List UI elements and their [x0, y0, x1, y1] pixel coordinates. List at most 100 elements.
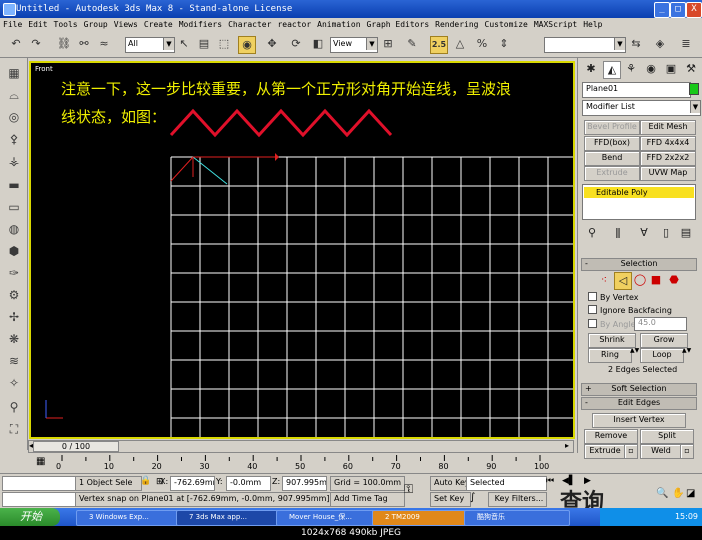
ring-button[interactable]: Ring — [588, 348, 632, 363]
pan-icon[interactable]: ✋ — [672, 488, 684, 499]
close-button[interactable]: X — [686, 2, 702, 18]
window-crossing-icon[interactable]: ◉ — [238, 36, 256, 54]
set-key-button[interactable]: Set Key — [430, 492, 471, 507]
scale-icon[interactable]: ◧ — [310, 36, 326, 52]
align-icon[interactable]: ◈ — [652, 36, 668, 52]
named-selection-sets-dropdown[interactable]: ▼ — [544, 37, 626, 53]
select-link-icon[interactable]: ⛓ — [56, 36, 72, 52]
object-name-field[interactable]: Plane01 — [582, 82, 691, 98]
mirror-icon[interactable]: ⇆ — [628, 36, 644, 52]
x-coordinate-field[interactable]: -762.69mm — [170, 476, 215, 491]
bones-icon[interactable]: ✢ — [5, 308, 23, 326]
menu-graph-editors[interactable]: Graph Editors — [367, 20, 430, 29]
particles-icon[interactable]: ❋ — [5, 330, 23, 348]
menu-animation[interactable]: Animation — [317, 20, 360, 29]
redo-icon[interactable]: ↷ — [28, 36, 44, 52]
go-to-start-icon[interactable]: ⏮ — [546, 476, 554, 486]
key-mode-dropdown[interactable]: Selected — [466, 476, 547, 491]
cameras-icon[interactable]: ⚲ — [5, 398, 23, 416]
extras-icon[interactable]: ▬ — [5, 176, 23, 194]
patch-icon[interactable]: ⬢ — [5, 242, 23, 260]
stack-item-editable-poly[interactable]: Editable Poly — [584, 187, 694, 198]
loop-spinner-icon[interactable]: ▲▼ — [682, 348, 691, 361]
space-warp-icon[interactable]: ≋ — [5, 352, 23, 370]
menu-character[interactable]: Character — [228, 20, 271, 29]
create-box-icon[interactable]: ▦ — [5, 64, 23, 82]
bevel-profile-button[interactable]: Bevel Profile — [584, 120, 640, 135]
bend-button[interactable]: Bend — [584, 151, 640, 166]
select-by-name-icon[interactable]: ▤ — [196, 36, 212, 52]
key-filters-button[interactable]: Key Filters... — [488, 492, 547, 507]
nurbs-icon[interactable]: ✑ — [5, 264, 23, 282]
remove-button[interactable]: Remove — [584, 429, 638, 444]
menu-views[interactable]: Views — [114, 20, 138, 29]
tools-icon[interactable]: ⛶ — [5, 420, 23, 438]
extrude-settings-icon[interactable]: ▫ — [624, 444, 638, 459]
undo-icon[interactable]: ↶ — [8, 36, 24, 52]
hierarchy-tab-icon[interactable]: ⚘ — [623, 61, 639, 77]
menu-file[interactable]: File — [3, 20, 22, 29]
unlink-icon[interactable]: ⚯ — [76, 36, 92, 52]
split-button[interactable]: Split — [640, 429, 694, 444]
extrude-modifier-button[interactable]: Extrude — [584, 166, 640, 181]
menu-modifiers[interactable]: Modifiers — [179, 20, 222, 29]
vertex-mode-icon[interactable]: ⁖ — [596, 272, 612, 288]
utilities-tab-icon[interactable]: ⚒ — [683, 61, 699, 77]
start-button[interactable]: 开始 — [0, 508, 60, 526]
snap-toggle-icon[interactable]: 2.5 — [430, 36, 448, 54]
configure-sets-icon[interactable]: ▤ — [678, 225, 694, 241]
task-windows-explorer[interactable]: 3 Windows Exp... — [76, 510, 186, 526]
selection-filter-dropdown[interactable]: All ▼ — [125, 37, 175, 53]
menu-reactor[interactable]: reactor — [277, 20, 311, 29]
key-icon[interactable]: ⚿ — [404, 482, 413, 497]
lights-icon[interactable]: ⚴ — [5, 130, 23, 148]
menu-tools[interactable]: Tools — [54, 20, 78, 29]
angle-value-field[interactable]: 45.0 — [634, 317, 687, 331]
menu-create[interactable]: Create — [144, 20, 173, 29]
grow-button[interactable]: Grow — [640, 333, 688, 348]
move-icon[interactable]: ✥ — [264, 36, 280, 52]
ffd-box-button[interactable]: FFD(box) — [584, 136, 640, 151]
menu-rendering[interactable]: Rendering — [435, 20, 478, 29]
loop-button[interactable]: Loop — [640, 348, 684, 363]
ffd-4x4x4-button[interactable]: FFD 4x4x4 — [640, 136, 696, 151]
front-viewport[interactable]: Front 注意一下，这一步比较重要，从第一个正方形对角开始连线，呈波浪 线状态… — [29, 61, 575, 439]
modifier-list-dropdown[interactable]: Modifier List ▼ — [582, 100, 701, 116]
shrink-button[interactable]: Shrink — [588, 333, 636, 348]
rotate-icon[interactable]: ⟳ — [288, 36, 304, 52]
ignore-backfacing-checkbox[interactable]: Ignore Backfacing — [588, 305, 672, 316]
compound-icon[interactable]: ▭ — [5, 198, 23, 216]
create-tab-icon[interactable]: ✱ — [583, 61, 599, 77]
zoom-icon[interactable]: 🔍 — [656, 488, 668, 499]
task-kugou-music[interactable]: 酷狗音乐 — [464, 510, 570, 526]
edit-mesh-button[interactable]: Edit Mesh — [640, 120, 696, 135]
selection-lock-icon[interactable]: 🔒 — [140, 476, 151, 486]
menu-edit[interactable]: Edit — [28, 20, 47, 29]
dynamics-icon[interactable]: ⚙ — [5, 286, 23, 304]
percent-snap-icon[interactable]: % — [474, 36, 490, 52]
menu-help[interactable]: Help — [583, 20, 602, 29]
prev-frame-icon[interactable]: ◂ — [29, 441, 33, 450]
show-end-result-icon[interactable]: ǁ — [610, 225, 626, 241]
display-tab-icon[interactable]: ▣ — [663, 61, 679, 77]
extrude-edge-button[interactable]: Extrude — [584, 444, 626, 459]
y-coordinate-field[interactable]: -0.0mm — [226, 476, 271, 491]
next-frame-icon[interactable]: ▸ — [565, 441, 569, 450]
systems-icon[interactable]: ✧ — [5, 374, 23, 392]
by-vertex-checkbox[interactable]: By Vertex — [588, 292, 638, 303]
time-slider-thumb[interactable]: 0 / 100 — [33, 441, 119, 452]
edge-mode-icon[interactable]: ◁ — [614, 272, 632, 290]
selection-region-icon[interactable]: ⬚ — [216, 36, 232, 52]
element-mode-icon[interactable]: ⬣ — [666, 272, 682, 288]
pivot-center-icon[interactable]: ⊞ — [380, 36, 396, 52]
reference-coordinate-dropdown[interactable]: View ▼ — [330, 37, 378, 53]
edit-edges-rollout-header[interactable]: - Edit Edges — [581, 397, 697, 410]
orbit-icon[interactable]: ◪ — [686, 488, 695, 499]
uvw-map-button[interactable]: UVW Map — [640, 166, 696, 181]
sphere-icon[interactable]: ◎ — [5, 108, 23, 126]
soft-selection-rollout-header[interactable]: + Soft Selection — [581, 383, 697, 396]
auto-key-button[interactable]: Auto Key — [430, 476, 471, 491]
border-mode-icon[interactable]: ◯ — [632, 272, 648, 288]
make-unique-icon[interactable]: ∀ — [636, 225, 652, 241]
angle-snap-icon[interactable]: △ — [452, 36, 468, 52]
